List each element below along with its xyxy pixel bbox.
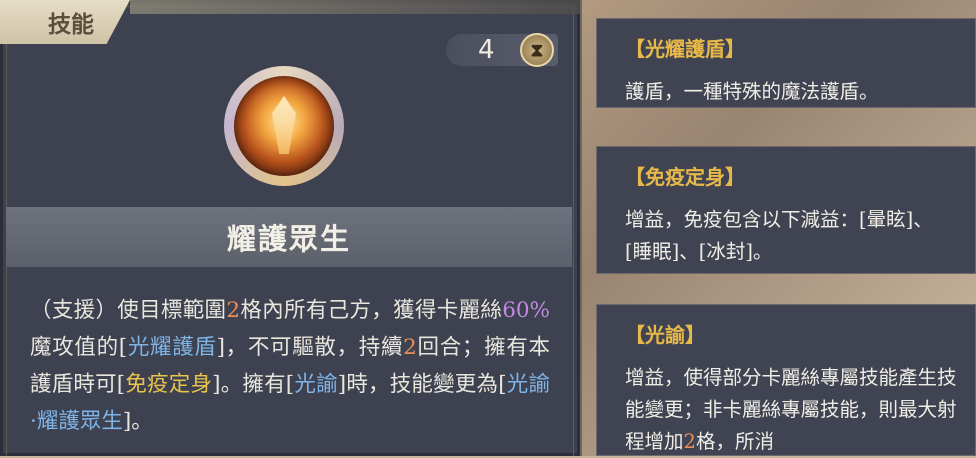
turns-value: 2	[403, 335, 417, 360]
card-body: 增益，使得部分卡麗絲專屬技能產生技能變更；非卡麗絲專屬技能，則最大射程增加2格，…	[625, 366, 957, 453]
skill-name: 耀護眾生	[6, 207, 572, 267]
percent-value: 60%	[502, 298, 550, 323]
link-oracle[interactable]: 光諭	[294, 372, 338, 397]
range-value: 2	[226, 298, 241, 323]
card-title: 【光諭】	[625, 323, 705, 347]
tab-skill[interactable]: 技能	[0, 0, 130, 44]
skill-panel: 技能 4 ⧗ 耀護眾生 （支援）使目標範圍2格內所有己方，獲得卡麗絲60%魔攻值…	[0, 0, 582, 456]
cost-value: 4	[478, 35, 495, 65]
card-title: 【光耀護盾】	[625, 37, 745, 61]
link-immune[interactable]: 免疫定身	[125, 372, 212, 397]
panel-top-strip	[130, 0, 580, 14]
skill-cost: 4 ⧗	[446, 33, 558, 67]
tooltip-card-immune: 【免疫定身】 增益，免疫包含以下減益：[暈眩]、[睡眠]、[冰封]。	[596, 146, 976, 274]
skill-icon[interactable]	[224, 66, 344, 186]
card-title: 【免疫定身】	[625, 165, 745, 189]
tooltip-card-oracle: 【光諭】 增益，使得部分卡麗絲專屬技能產生技能變更；非卡麗絲專屬技能，則最大射程…	[596, 304, 976, 456]
card-body: 護盾，一種特殊的魔法護盾。	[625, 80, 879, 103]
link-shield[interactable]: 光耀護盾	[127, 335, 216, 360]
skill-emblem-icon	[234, 76, 334, 176]
card-body: 增益，免疫包含以下減益：[暈眩]、[睡眠]、[冰封]。	[625, 208, 933, 263]
tooltip-card-shield: 【光耀護盾】 護盾，一種特殊的魔法護盾。	[596, 18, 976, 108]
hourglass-icon: ⧗	[520, 33, 554, 67]
skill-description: （支援）使目標範圍2格內所有己方，獲得卡麗絲60%魔攻值的[光耀護盾]，不可驅散…	[30, 298, 550, 434]
